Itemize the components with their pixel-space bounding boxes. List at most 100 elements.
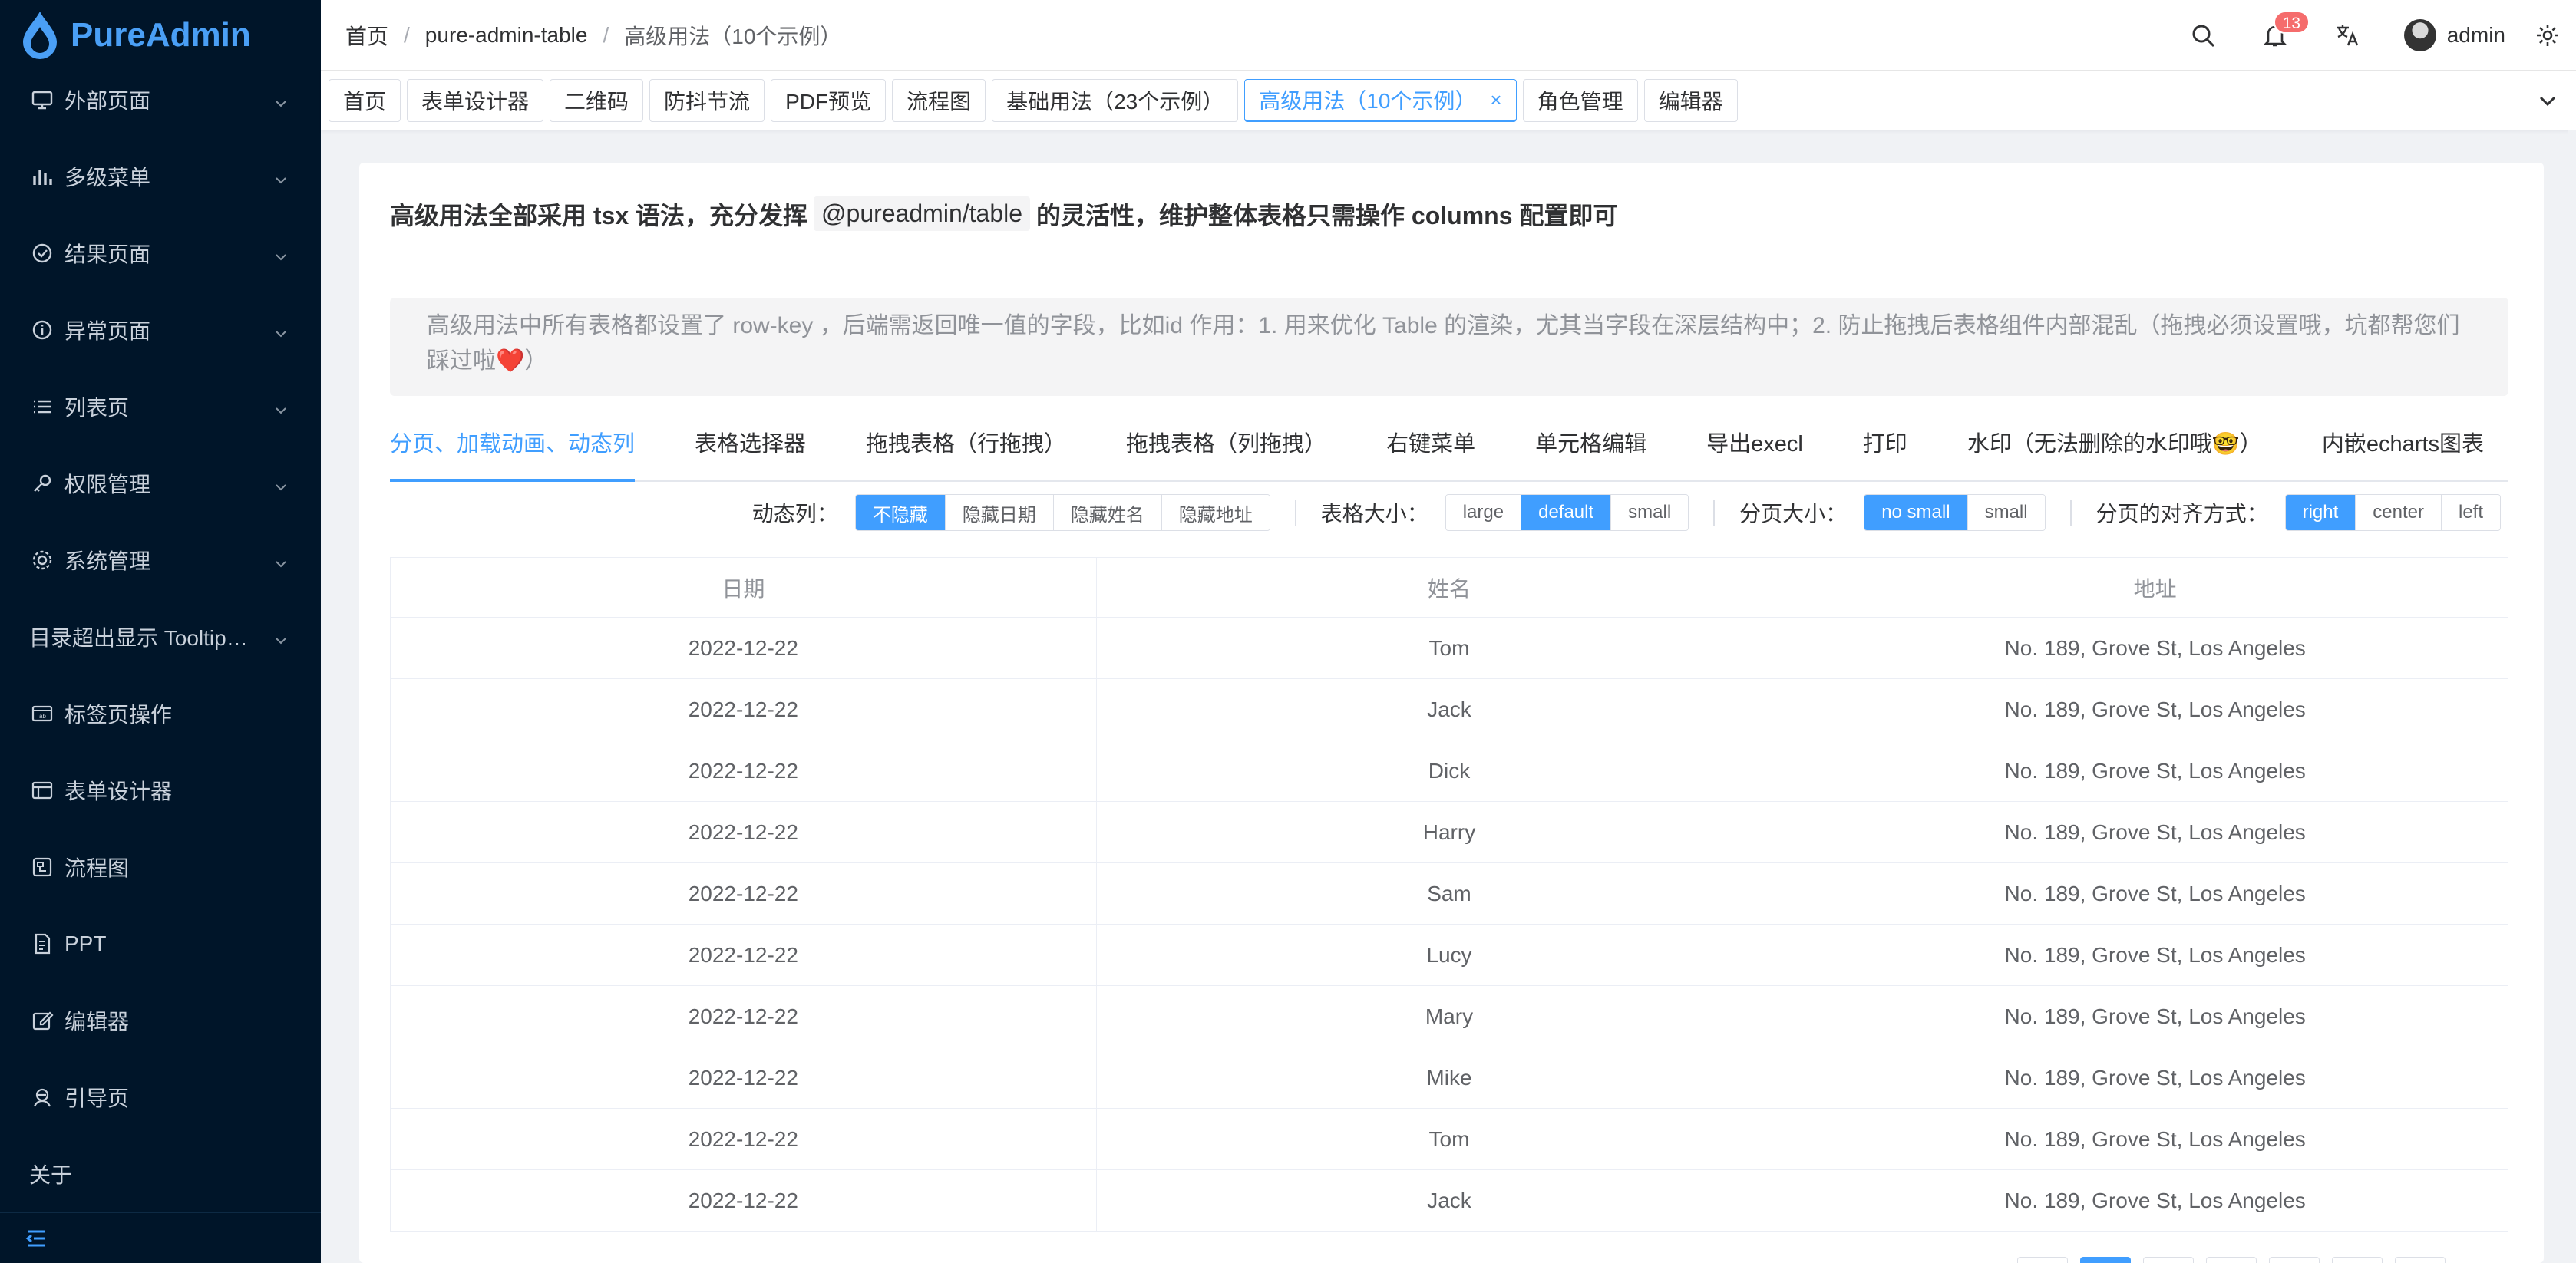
tab[interactable]: 表单设计器 bbox=[407, 79, 544, 122]
table-controls: 动态列： 不隐藏 隐藏日期 隐藏姓名 隐藏地址 表格大小： large default s… bbox=[752, 494, 2501, 531]
table-body: 2022-12-22 Tom No. 189, Grove St, Los Ange… bbox=[390, 617, 2508, 1232]
column-header[interactable]: 姓名 bbox=[1095, 557, 1803, 618]
tab-label: 首页 bbox=[343, 90, 387, 114]
tab[interactable]: 防抖节流 bbox=[649, 79, 765, 122]
page-button[interactable] bbox=[2395, 1257, 2446, 1263]
sidebar-item[interactable]: 外部页面 bbox=[0, 61, 321, 138]
table-row[interactable]: 2022-12-22 Lucy No. 189, Grove St, Los Ang… bbox=[390, 924, 2508, 986]
sidebar-item[interactable]: 权限管理 bbox=[0, 445, 321, 522]
example-tab[interactable]: 单元格编辑 bbox=[1535, 422, 1646, 480]
table-size-option[interactable]: default bbox=[1521, 495, 1612, 530]
table-cell: Dick bbox=[1095, 740, 1803, 802]
search-button[interactable] bbox=[2188, 20, 2218, 51]
example-tab[interactable]: 拖拽表格（列拖拽） bbox=[1126, 422, 1326, 480]
chevron-down-icon[interactable] bbox=[2538, 91, 2558, 110]
table-row[interactable]: 2022-12-22 Jack No. 189, Grove St, Los Ang… bbox=[390, 1169, 2508, 1232]
tab[interactable]: PDF预览 bbox=[771, 79, 887, 122]
table-row[interactable]: 2022-12-22 Sam No. 189, Grove St, Los Ange… bbox=[390, 862, 2508, 925]
table-header-row: 日期 姓名 地址 bbox=[390, 557, 2508, 618]
table-row[interactable]: 2022-12-22 Dick No. 189, Grove St, Los Ang… bbox=[390, 740, 2508, 802]
menu-fold-icon bbox=[25, 1230, 45, 1246]
table-row[interactable]: 2022-12-22 Tom No. 189, Grove St, Los Ange… bbox=[390, 617, 2508, 679]
close-icon[interactable]: × bbox=[1490, 88, 1501, 112]
page-button[interactable] bbox=[2143, 1257, 2194, 1263]
sidebar-item[interactable]: 系统管理 bbox=[0, 522, 321, 599]
tab-active[interactable]: 高级用法（10个示例） × bbox=[1244, 79, 1517, 122]
tab[interactable]: 编辑器 bbox=[1643, 79, 1738, 122]
page-button[interactable] bbox=[2206, 1257, 2257, 1263]
tab[interactable]: 角色管理 bbox=[1522, 79, 1638, 122]
tab[interactable]: 二维码 bbox=[550, 79, 644, 122]
example-tab[interactable]: 打印 bbox=[1863, 422, 1907, 480]
sidebar-item[interactable]: 列表页 bbox=[0, 368, 321, 445]
table-cell: No. 189, Grove St, Los Angeles bbox=[1802, 985, 2508, 1047]
table-cell: 2022-12-22 bbox=[390, 924, 1097, 986]
example-tab[interactable]: 内嵌echarts图表 bbox=[2322, 422, 2484, 480]
page-scrollbar[interactable] bbox=[2568, 130, 2576, 1263]
example-tab[interactable]: 拖拽表格（行拖拽） bbox=[866, 422, 1066, 480]
heart-icon: ❤️ bbox=[496, 348, 525, 374]
column-header[interactable]: 日期 bbox=[390, 557, 1097, 618]
sidebar-item[interactable]: Tab 标签页操作 bbox=[0, 675, 321, 752]
sidebar-item-label: 列表页 bbox=[64, 396, 130, 420]
table-row[interactable]: 2022-12-22 Tom No. 189, Grove St, Los Ange… bbox=[390, 1108, 2508, 1170]
page-button[interactable] bbox=[2332, 1257, 2383, 1263]
table-size-option[interactable]: large bbox=[1445, 495, 1522, 530]
example-tab[interactable]: 右键菜单 bbox=[1386, 422, 1475, 480]
breadcrumb-separator: / bbox=[603, 22, 609, 47]
page-button[interactable] bbox=[2269, 1257, 2320, 1263]
breadcrumb-home[interactable]: 首页 bbox=[345, 20, 388, 51]
username[interactable]: admin bbox=[2447, 23, 2505, 48]
sidebar-item[interactable]: PPT bbox=[0, 905, 321, 982]
sidebar-item[interactable]: 表单设计器 bbox=[0, 752, 321, 829]
collapse-sidebar-button[interactable] bbox=[0, 1212, 321, 1263]
table-row[interactable]: 2022-12-22 Mary No. 189, Grove St, Los Ang… bbox=[390, 985, 2508, 1047]
sidebar-item[interactable]: 结果页面 bbox=[0, 215, 321, 292]
pager-size-option[interactable]: no small bbox=[1864, 495, 1968, 530]
sidebar-item[interactable]: 异常页面 bbox=[0, 292, 321, 368]
sidebar-item[interactable]: 流程图 bbox=[0, 829, 321, 905]
example-tab[interactable]: 分页、加载动画、动态列 bbox=[390, 422, 636, 482]
sidebar-item[interactable]: 引导页 bbox=[0, 1059, 321, 1136]
table-row[interactable]: 2022-12-22 Harry No. 189, Grove St, Los An… bbox=[390, 801, 2508, 863]
example-tab[interactable]: 导出execl bbox=[1706, 422, 1803, 480]
chevron-down-icon bbox=[273, 169, 289, 184]
sidebar-item[interactable]: 关于 bbox=[0, 1136, 321, 1212]
dynamic-columns-option[interactable]: 不隐藏 bbox=[855, 495, 946, 530]
dynamic-columns-option[interactable]: 隐藏姓名 bbox=[1053, 495, 1162, 530]
sidebar-item[interactable]: 编辑器 bbox=[0, 982, 321, 1059]
logo[interactable]: PureAdmin bbox=[0, 0, 321, 71]
breadcrumb-table[interactable]: pure-admin-table bbox=[425, 23, 588, 48]
tab[interactable]: 流程图 bbox=[892, 79, 986, 122]
page-button[interactable] bbox=[2017, 1257, 2068, 1263]
breadcrumb-current: 高级用法（10个示例） bbox=[624, 24, 842, 48]
page-button-active[interactable] bbox=[2080, 1257, 2131, 1263]
avatar[interactable] bbox=[2403, 19, 2436, 51]
notification-button[interactable]: 13 bbox=[2260, 11, 2310, 51]
example-tab[interactable]: 水印（无法删除的水印哦🤓） bbox=[1967, 422, 2262, 480]
pager-align-option[interactable]: right bbox=[2285, 495, 2356, 530]
info-circle-icon bbox=[31, 318, 54, 341]
table-size-option[interactable]: small bbox=[1611, 495, 1689, 530]
table-row[interactable]: 2022-12-22 Mike No. 189, Grove St, Los Ang… bbox=[390, 1047, 2508, 1109]
table-cell: No. 189, Grove St, Los Angeles bbox=[1802, 1047, 2508, 1109]
language-button[interactable] bbox=[2332, 20, 2363, 51]
sidebar-item-label: 结果页面 bbox=[64, 242, 151, 266]
pager-size-option[interactable]: small bbox=[1967, 495, 2045, 530]
dynamic-columns-option[interactable]: 隐藏地址 bbox=[1161, 495, 1270, 530]
column-header[interactable]: 地址 bbox=[1802, 557, 2508, 618]
breadcrumb-separator: / bbox=[404, 22, 410, 47]
table-cell: 2022-12-22 bbox=[390, 617, 1097, 679]
pager-align-option[interactable]: left bbox=[2441, 495, 2500, 530]
example-tab[interactable]: 表格选择器 bbox=[695, 422, 806, 480]
table-row[interactable]: 2022-12-22 Jack No. 189, Grove St, Los Ang… bbox=[390, 678, 2508, 740]
sidebar-item[interactable]: 多级菜单 bbox=[0, 138, 321, 215]
tab[interactable]: 首页 bbox=[329, 79, 401, 122]
pager-align-option[interactable]: center bbox=[2356, 495, 2442, 530]
settings-gear-icon[interactable] bbox=[2535, 22, 2561, 48]
sidebar-item[interactable]: 目录超出显示 Tooltip… bbox=[0, 599, 321, 675]
tab[interactable]: 基础用法（23个示例） bbox=[992, 79, 1239, 122]
dynamic-columns-option[interactable]: 隐藏日期 bbox=[945, 495, 1054, 530]
bar-chart-icon bbox=[31, 165, 54, 188]
tab-label: 编辑器 bbox=[1658, 90, 1723, 114]
